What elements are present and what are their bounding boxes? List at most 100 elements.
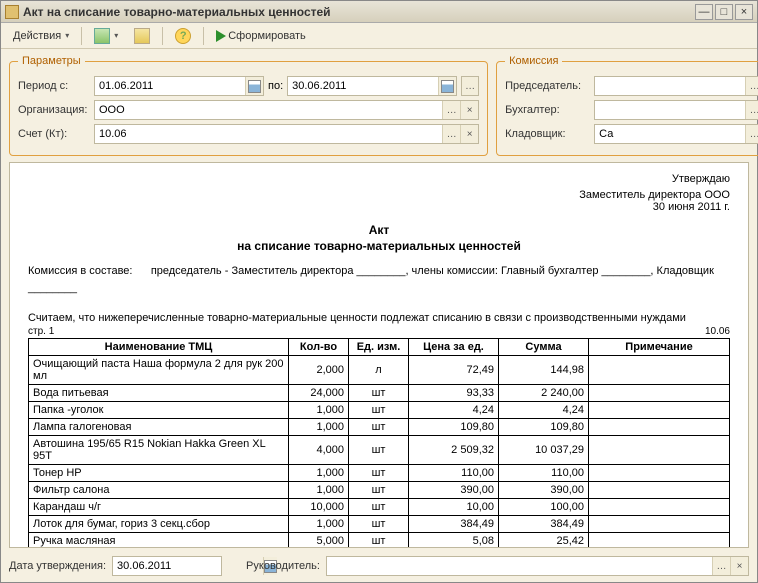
cell-name: Карандаш ч/г [29,499,289,516]
col-unit: Ед. изм. [349,339,409,356]
app-icon [5,5,19,19]
close-button[interactable]: × [735,4,753,20]
consider-text: Считаем, что нижеперечисленные товарно-м… [28,312,730,324]
calendar-icon[interactable] [245,77,263,95]
cell-qty: 1,000 [289,465,349,482]
select-button[interactable]: … [745,77,758,95]
cell-sum: 4,24 [499,402,589,419]
chair-input[interactable] [595,77,745,95]
cell-sum: 144,98 [499,356,589,385]
cell-unit: шт [349,516,409,533]
cell-qty: 1,000 [289,419,349,436]
help-button[interactable]: ? [169,26,197,46]
cell-price: 109,80 [409,419,499,436]
clear-button[interactable]: × [460,125,478,143]
cell-qty: 1,000 [289,482,349,499]
cell-note [589,402,730,419]
col-qty: Кол-во [289,339,349,356]
storekeeper-input[interactable] [595,125,745,143]
cell-name: Очищающий паста Наша формула 2 для рук 2… [29,356,289,385]
manager-input[interactable] [327,557,712,575]
new-button[interactable] [88,26,124,46]
cell-name: Лоток для бумаг, гориз 3 секц.сбор [29,516,289,533]
select-button[interactable]: … [442,101,460,119]
cell-name: Автошина 195/65 R15 Nokian Hakka Green X… [29,436,289,465]
calendar-icon[interactable] [438,77,456,95]
cell-unit: шт [349,482,409,499]
cell-price: 2 509,32 [409,436,499,465]
actions-menu[interactable]: Действия [7,28,75,44]
cell-name: Фильтр салона [29,482,289,499]
table-row: Карандаш ч/г10,000шт10,00100,00 [29,499,730,516]
maximize-button[interactable]: □ [715,4,733,20]
play-icon [216,30,226,42]
actions-label: Действия [13,30,61,42]
cell-price: 110,00 [409,465,499,482]
cell-note [589,436,730,465]
cell-sum: 25,42 [499,533,589,549]
select-button[interactable]: … [745,101,758,119]
cell-note [589,499,730,516]
org-input[interactable] [95,101,442,119]
separator [81,27,82,45]
cell-price: 5,08 [409,533,499,549]
cell-unit: шт [349,402,409,419]
select-button[interactable]: … [712,557,730,575]
table-row: Папка -уголок1,000шт4,244,24 [29,402,730,419]
cell-note [589,465,730,482]
cell-note [589,533,730,549]
commission-legend: Комиссия [505,55,562,67]
toolbar: Действия ? Сформировать [1,23,757,49]
cell-unit: шт [349,499,409,516]
period-from-input[interactable] [95,77,245,95]
approve-date-input[interactable] [113,557,263,575]
account-input[interactable] [95,125,442,143]
cell-qty: 1,000 [289,402,349,419]
cell-note [589,516,730,533]
col-name: Наименование ТМЦ [29,339,289,356]
page-number: стр. 1 [28,326,54,337]
generate-button[interactable]: Сформировать [210,28,312,44]
period-from-label: Период с: [18,80,90,92]
approve-date: 30 июня 2011 г. [28,201,730,213]
select-button[interactable]: … [442,125,460,143]
table-row: Вода питьевая24,000шт93,332 240,00 [29,385,730,402]
table-row: Лоток для бумаг, гориз 3 секц.сбор1,000ш… [29,516,730,533]
accountant-input[interactable] [595,101,745,119]
separator [203,27,204,45]
report-area[interactable]: Утверждаю Заместитель директора ООО 30 и… [9,162,749,548]
cell-qty: 2,000 [289,356,349,385]
new-icon [94,28,110,44]
act-title: Акт [369,223,390,237]
cell-unit: шт [349,419,409,436]
cell-qty: 4,000 [289,436,349,465]
cell-price: 4,24 [409,402,499,419]
table-row: Ручка масляная5,000шт5,0825,42 [29,533,730,549]
period-to-input[interactable] [288,77,438,95]
col-sum: Сумма [499,339,589,356]
cell-sum: 110,00 [499,465,589,482]
footer: Дата утверждения: Руководитель: … × [1,552,757,582]
select-button[interactable]: … [745,125,758,143]
cell-name: Ручка масляная [29,533,289,549]
clear-button[interactable]: × [460,101,478,119]
generate-label: Сформировать [228,30,306,42]
commission-group: Комиссия Председатель: … × Бухгалтер: … … [496,55,758,156]
cell-name: Вода питьевая [29,385,289,402]
form-icon [134,28,150,44]
cell-name: Тонер HP [29,465,289,482]
cell-sum: 390,00 [499,482,589,499]
minimize-button[interactable]: — [695,4,713,20]
clear-button[interactable]: × [730,557,748,575]
cell-unit: шт [349,385,409,402]
form-button[interactable] [128,26,156,46]
approve-label: Утверждаю [28,173,730,185]
cell-sum: 384,49 [499,516,589,533]
account-label: Счет (Кт): [18,128,90,140]
cell-unit: шт [349,465,409,482]
chair-label: Председатель: [505,80,590,92]
period-select-button[interactable]: … [461,76,479,96]
cell-sum: 109,80 [499,419,589,436]
titlebar: Акт на списание товарно-материальных цен… [1,1,757,23]
cell-sum: 10 037,29 [499,436,589,465]
